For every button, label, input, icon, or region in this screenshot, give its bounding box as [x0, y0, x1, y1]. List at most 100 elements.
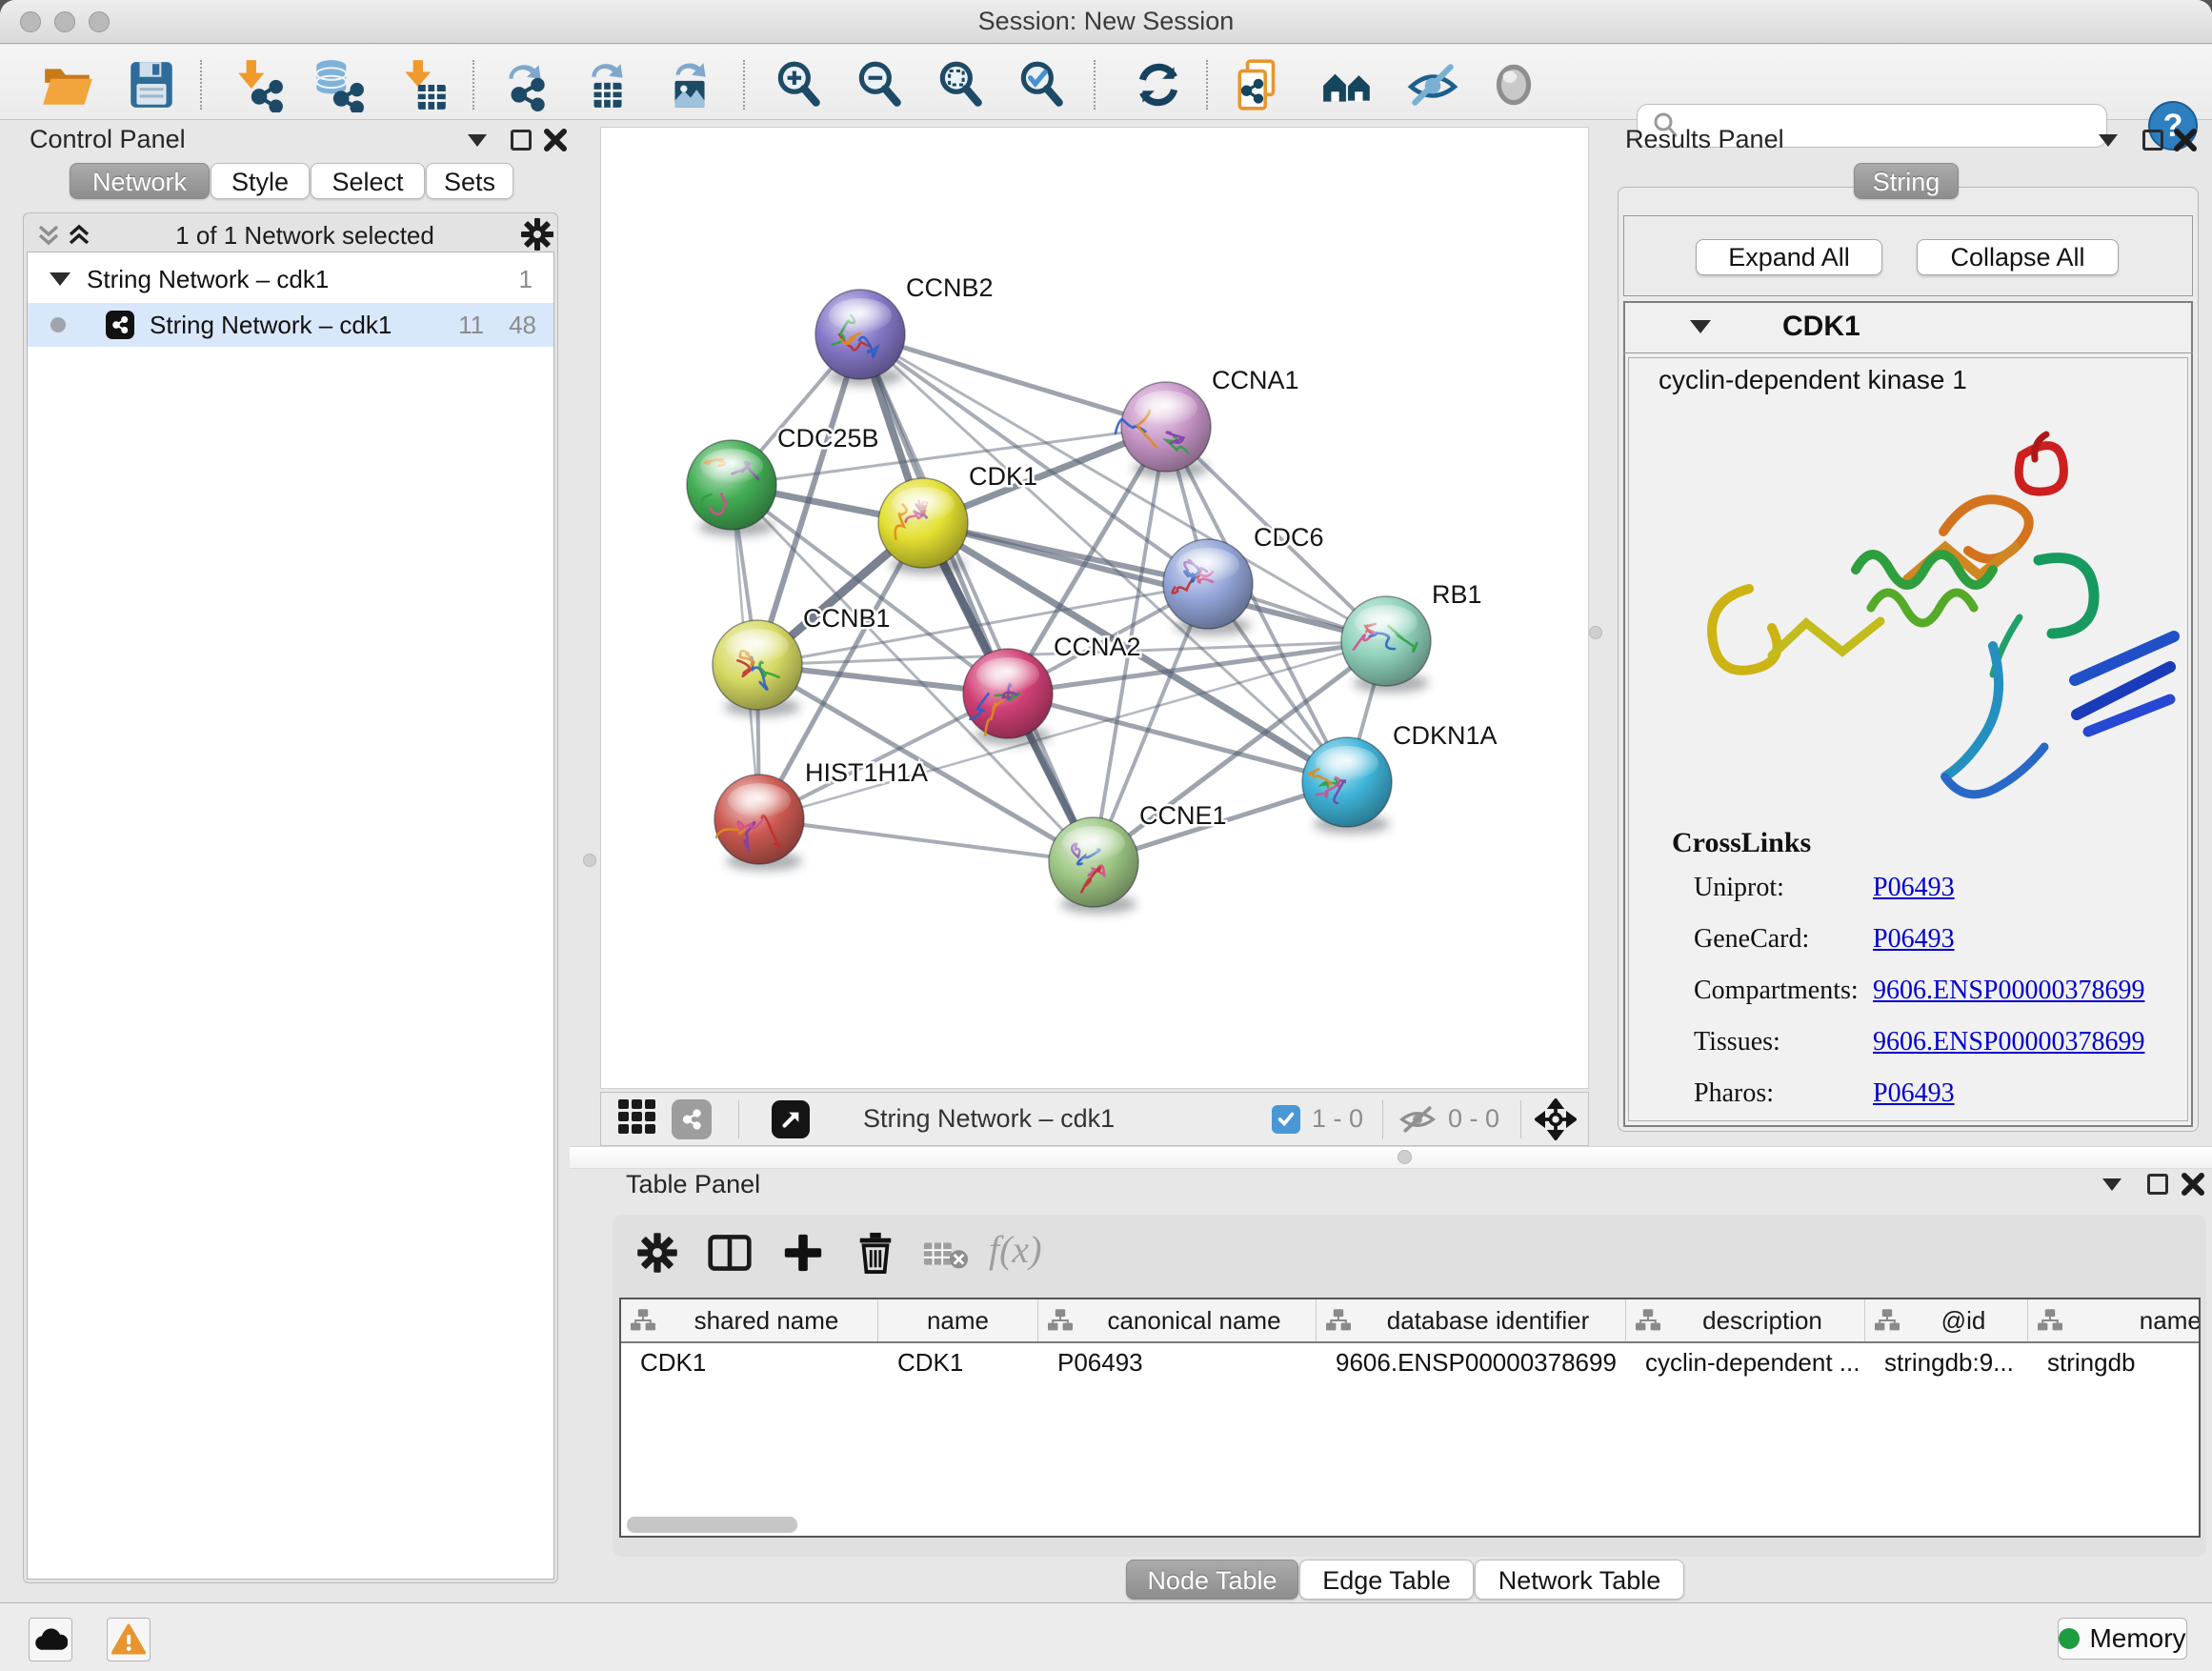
- column-header-canonical-name[interactable]: canonical name: [1038, 1299, 1317, 1341]
- tab-network[interactable]: Network: [70, 163, 210, 199]
- divider-grip[interactable]: [1398, 1150, 1412, 1164]
- results-panel-close-button[interactable]: [2169, 124, 2202, 156]
- save-session-button[interactable]: [123, 56, 180, 113]
- show-glass-button[interactable]: [1485, 56, 1542, 113]
- delete-column-button[interactable]: [855, 1231, 896, 1279]
- import-table-from-file-button[interactable]: [395, 56, 452, 113]
- delete-table-button-disabled[interactable]: [922, 1238, 970, 1276]
- table-panel-float-button[interactable]: [2142, 1168, 2174, 1200]
- crosslink-value-link[interactable]: P06493: [1873, 924, 1955, 955]
- hide-glass-button[interactable]: [1404, 56, 1461, 113]
- double-chevron-down-icon: [34, 221, 63, 250]
- results-panel-float-button[interactable]: [2137, 124, 2169, 156]
- tab-style[interactable]: Style: [211, 163, 310, 199]
- import-string-network-button[interactable]: [1231, 56, 1288, 113]
- toolbar-separator: [1094, 60, 1096, 110]
- trash-icon: [855, 1231, 896, 1275]
- zoom-out-button[interactable]: [851, 56, 908, 113]
- node-label-CCNA2: CCNA2: [1054, 633, 1141, 661]
- tab-network-table[interactable]: Network Table: [1475, 1560, 1684, 1600]
- export-network-button[interactable]: [496, 56, 553, 113]
- column-header-description[interactable]: description: [1626, 1299, 1865, 1341]
- import-network-from-file-button[interactable]: [229, 56, 286, 113]
- memory-button[interactable]: Memory: [2058, 1618, 2187, 1660]
- table-horizontal-scrollbar[interactable]: [627, 1517, 797, 1533]
- open-session-button[interactable]: [39, 56, 96, 113]
- export-table-button[interactable]: [579, 56, 636, 113]
- network-row-selected[interactable]: String Network – cdk1 11 48: [28, 303, 553, 347]
- column-header-label: @id: [1900, 1306, 2027, 1336]
- selected-checkbox-icon[interactable]: [1272, 1105, 1300, 1134]
- create-column-button[interactable]: [781, 1231, 825, 1279]
- crosslink-value-link[interactable]: P06493: [1873, 1078, 1955, 1109]
- tab-node-table[interactable]: Node Table: [1126, 1560, 1298, 1600]
- network-list-options-button[interactable]: [520, 217, 554, 256]
- column-header-shared-name[interactable]: shared name: [621, 1299, 878, 1341]
- expand-all-button[interactable]: Expand All: [1696, 239, 1882, 275]
- network-view-title: String Network – cdk1: [863, 1104, 1115, 1134]
- close-icon: [2181, 1172, 2205, 1197]
- column-header-label: name: [878, 1306, 1037, 1336]
- crosslink-value-link[interactable]: P06493: [1873, 873, 1955, 903]
- open-in-string-button[interactable]: [772, 1100, 810, 1138]
- import-network-from-database-button[interactable]: [309, 56, 366, 113]
- expand-all-networks-button[interactable]: [65, 221, 93, 254]
- node-label-CCNB2: CCNB2: [906, 273, 994, 302]
- export-image-button[interactable]: [661, 56, 718, 113]
- column-header-database-identifier[interactable]: database identifier: [1317, 1299, 1626, 1341]
- control-panel-title: Control Panel: [30, 125, 186, 154]
- collapse-all-networks-button[interactable]: [34, 221, 63, 254]
- export-table-icon: [580, 57, 635, 112]
- left-splitter-grip[interactable]: [583, 854, 596, 867]
- table-panel-close-button[interactable]: [2177, 1168, 2209, 1200]
- warning-icon: [111, 1622, 147, 1657]
- tree-expander-icon[interactable]: [47, 266, 73, 292]
- tab-select[interactable]: Select: [311, 163, 425, 199]
- result-entry-header[interactable]: CDK1: [1623, 301, 2193, 353]
- warning-status-button[interactable]: [107, 1618, 151, 1661]
- table-cell: CDK1: [621, 1343, 878, 1381]
- apply-layout-button[interactable]: [1130, 56, 1187, 113]
- toolbar-separator: [200, 60, 202, 110]
- column-header-namespace[interactable]: namespace: [2028, 1299, 2201, 1341]
- table-panel-divider[interactable]: [570, 1146, 2212, 1169]
- cloud-status-button[interactable]: [29, 1618, 72, 1661]
- crosslink-value-link[interactable]: 9606.ENSP00000378699: [1873, 1027, 2144, 1057]
- control-panel-close-button[interactable]: [539, 124, 572, 156]
- crosslink-value-link[interactable]: 9606.ENSP00000378699: [1873, 976, 2144, 1006]
- pan-move-icon[interactable]: [1535, 1098, 1577, 1140]
- function-builder-button-disabled[interactable]: f(x): [989, 1227, 1042, 1272]
- column-header--id[interactable]: @id: [1865, 1299, 2028, 1341]
- tab-sets[interactable]: Sets: [426, 163, 513, 199]
- string-home-button[interactable]: [1319, 56, 1377, 113]
- table-row[interactable]: CDK1CDK1P064939606.ENSP00000378699cyclin…: [621, 1343, 2199, 1381]
- network-edge-CCNB2-CCNA1[interactable]: [860, 334, 1166, 427]
- network-collection-row[interactable]: String Network – cdk1 1: [28, 257, 553, 301]
- table-panel-menu-button[interactable]: [2096, 1168, 2128, 1200]
- entry-expander-icon[interactable]: [1690, 320, 1711, 333]
- tab-edge-table[interactable]: Edge Table: [1299, 1560, 1474, 1600]
- tab-string-results[interactable]: String: [1854, 163, 1959, 199]
- close-icon: [543, 128, 568, 152]
- birdseye-view-button[interactable]: [616, 1096, 658, 1142]
- control-panel-float-button[interactable]: [505, 124, 537, 156]
- control-panel-menu-button[interactable]: [461, 124, 493, 156]
- document-share-icon: [1232, 57, 1287, 112]
- show-columns-button[interactable]: [707, 1231, 753, 1279]
- collapse-all-button[interactable]: Collapse All: [1917, 239, 2119, 275]
- results-panel-menu-button[interactable]: [2092, 124, 2124, 156]
- right-splitter-grip[interactable]: [1589, 626, 1602, 639]
- network-canvas[interactable]: CCNB2CCNA1CDC25BCDK1CDC6RB1CCNB1CCNA2CDK…: [600, 127, 1589, 1089]
- crosslink-row: Tissues:9606.ENSP00000378699: [1694, 1017, 2170, 1068]
- column-header-name[interactable]: name: [878, 1299, 1038, 1341]
- zoom-fit-button[interactable]: [932, 56, 989, 113]
- table-options-button[interactable]: [636, 1232, 678, 1278]
- network-tree: [27, 252, 554, 1580]
- string-style-button[interactable]: [672, 1099, 712, 1139]
- zoom-in-button[interactable]: [770, 56, 827, 113]
- crosslink-row: Compartments:9606.ENSP00000378699: [1694, 965, 2170, 1017]
- zoom-selected-button[interactable]: [1013, 56, 1070, 113]
- close-icon: [2173, 128, 2198, 152]
- node-label-HIST1H1A: HIST1H1A: [805, 758, 928, 787]
- network-edge-HIST1H1A-CCNE1[interactable]: [759, 819, 1094, 862]
